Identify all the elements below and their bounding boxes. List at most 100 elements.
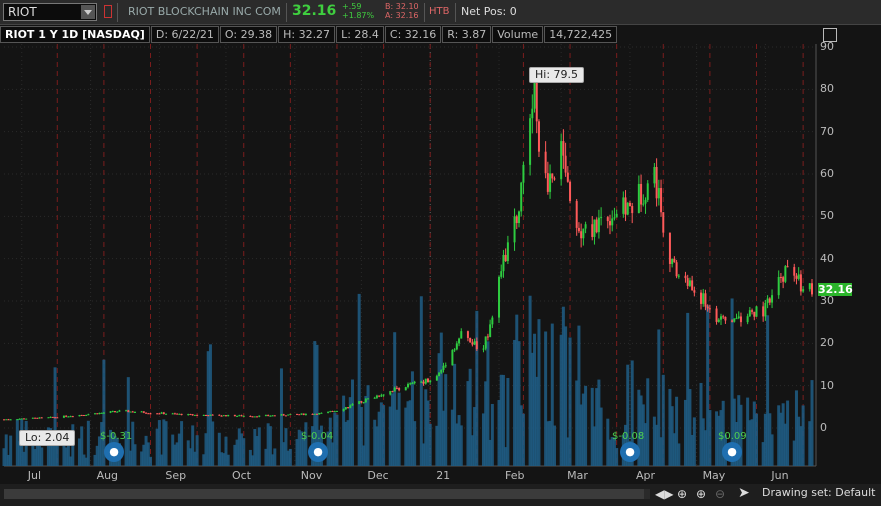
open-readout: O: 29.38 <box>219 26 278 43</box>
candle-body <box>131 411 134 413</box>
volume-bar <box>133 444 137 466</box>
candle-body <box>482 348 485 350</box>
candle-body <box>94 413 97 415</box>
volume-bar <box>459 425 463 466</box>
candle-body <box>302 413 305 415</box>
candle-body <box>569 181 572 202</box>
candle-body <box>320 412 323 414</box>
candle-body <box>722 316 725 318</box>
candle-body <box>233 414 236 417</box>
candle-body <box>282 414 285 416</box>
candle-body <box>409 383 412 385</box>
volume-bar <box>226 454 230 466</box>
candle-body <box>267 415 270 417</box>
pan-arrows-icon[interactable]: ◀▶ <box>655 487 673 501</box>
candle-body <box>271 415 274 417</box>
candle-body <box>724 316 727 321</box>
candle-body <box>471 342 474 345</box>
earnings-bulb-icon[interactable]: ● <box>722 442 742 462</box>
candle-body <box>227 414 230 417</box>
candle-body <box>116 411 119 413</box>
price-tick-label: 10 <box>820 378 834 392</box>
candle-body <box>766 298 769 303</box>
volume-bar <box>615 447 619 466</box>
candle-body <box>364 399 367 403</box>
volume-bar <box>257 427 261 466</box>
candle-body <box>362 402 365 404</box>
volume-bar <box>755 413 759 466</box>
price-tick-label: 70 <box>820 124 834 138</box>
candle-body <box>422 381 425 384</box>
candle-body <box>797 274 800 279</box>
candle-body <box>7 419 10 421</box>
candle-body <box>429 380 432 383</box>
month-tick-label: Feb <box>505 469 525 482</box>
candle-body <box>289 413 292 415</box>
candle-body <box>484 336 487 349</box>
candle-body <box>748 310 751 317</box>
candle-body <box>673 258 676 263</box>
study-info-bar: RIOT 1 Y 1D [NASDAQ] D: 6/22/21 O: 29.38… <box>0 26 618 43</box>
month-tick-label: Oct <box>231 469 251 482</box>
earnings-bulb-icon[interactable]: ● <box>104 442 124 462</box>
candle-body <box>640 183 643 205</box>
candle-body <box>133 412 136 414</box>
candle-body <box>677 275 680 277</box>
candle-body <box>751 310 754 312</box>
candle-body <box>378 395 381 397</box>
volume-bar <box>810 380 814 466</box>
candle-body <box>20 418 23 420</box>
drawing-set-selector[interactable]: Drawing set: Default <box>762 486 875 499</box>
high-callout: Hi: 79.5 <box>529 67 585 83</box>
candle-body <box>644 199 647 204</box>
volume-bar <box>211 421 215 466</box>
candle-body <box>688 280 691 286</box>
dividend-label: $0.09 <box>718 431 747 442</box>
month-tick-label: Apr <box>635 469 655 482</box>
candle-body <box>242 415 245 417</box>
volume-bar <box>692 417 696 466</box>
candle-body <box>382 394 385 396</box>
candle-body <box>65 415 68 417</box>
candle-body <box>62 415 65 418</box>
scrollbar-thumb[interactable] <box>4 489 644 499</box>
candle-body <box>533 81 536 109</box>
candle-body <box>145 412 148 414</box>
candle-body <box>258 415 261 417</box>
month-tick-label: Jun <box>771 469 789 482</box>
candle-body <box>67 416 70 418</box>
candle-body <box>453 349 456 351</box>
dividend-label: $-0.08 <box>612 431 645 442</box>
candle-body <box>668 232 671 264</box>
candle-body <box>220 415 223 417</box>
low-readout: L: 28.4 <box>336 26 384 43</box>
candle-body <box>613 217 616 219</box>
candle-body <box>700 292 703 304</box>
zoom-out-icon[interactable]: ⊖ <box>715 487 725 501</box>
candle-body <box>327 411 330 413</box>
candle-body <box>731 320 734 322</box>
candle-body <box>142 411 145 413</box>
volume-bar <box>149 456 153 466</box>
candle-body <box>522 164 525 183</box>
zoom-in-icon[interactable]: ⊕ <box>696 487 706 501</box>
pointer-icon[interactable]: ➤ <box>738 485 750 501</box>
candle-body <box>646 183 649 200</box>
volume-bar <box>584 385 588 466</box>
candle-body <box>149 413 152 415</box>
candle-body <box>344 407 347 410</box>
candle-body <box>318 413 321 415</box>
earnings-bulb-icon[interactable]: ● <box>620 442 640 462</box>
candle-body <box>793 267 796 276</box>
candle-body <box>87 414 90 416</box>
candle-body <box>529 118 532 165</box>
month-tick-label: Jul <box>27 469 42 482</box>
candle-body <box>335 410 338 412</box>
earnings-bulb-icon[interactable]: ● <box>308 442 328 462</box>
candle-body <box>196 414 199 416</box>
candle-body <box>393 387 396 392</box>
crosshair-icon[interactable]: ⊕ <box>677 487 687 501</box>
candle-body <box>315 413 318 415</box>
candle-body <box>162 412 165 415</box>
volume-bar <box>661 374 665 466</box>
